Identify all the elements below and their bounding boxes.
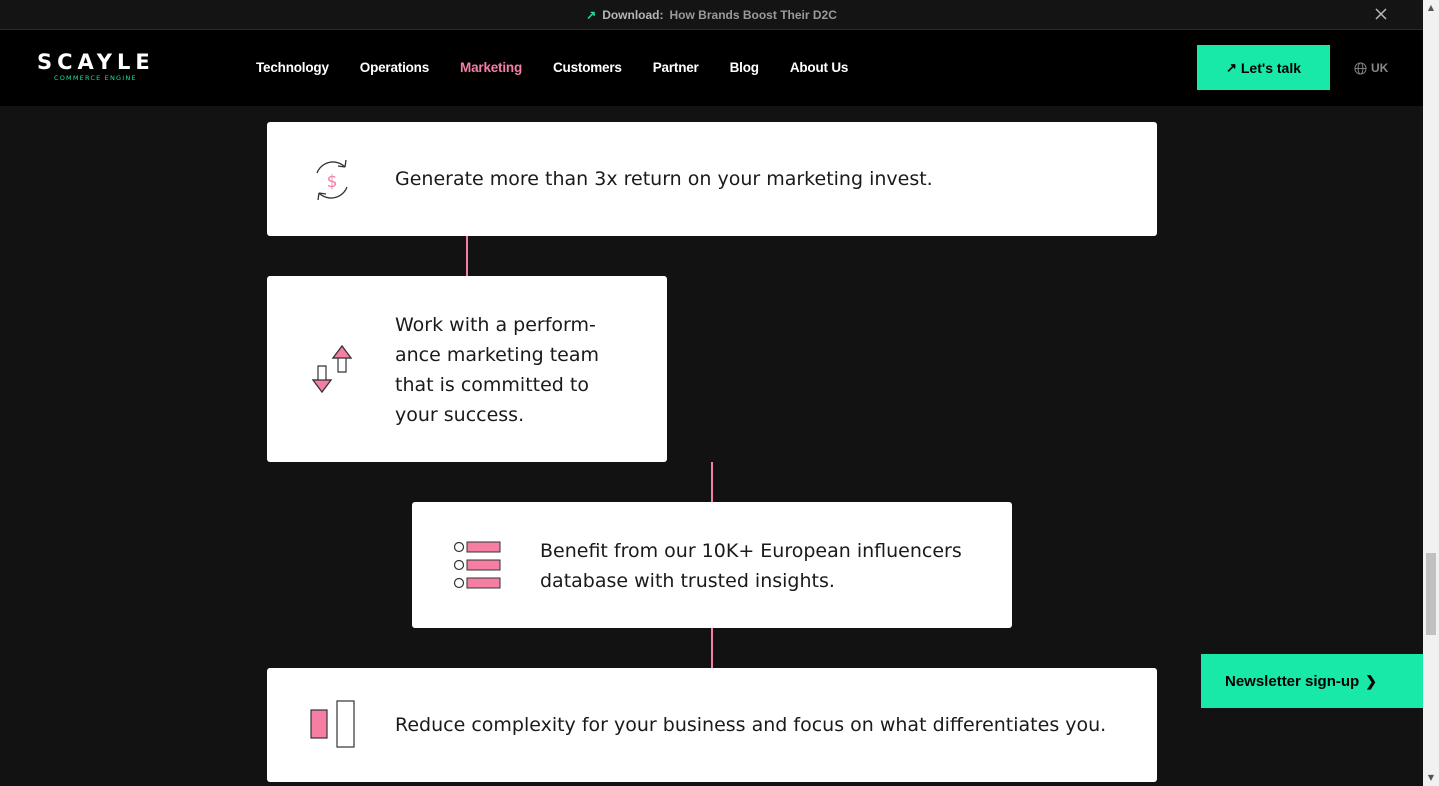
arrow-up-right-icon: ↗	[586, 7, 597, 22]
benefit-card: $ Generate more than 3x return on your m…	[267, 122, 1157, 236]
nav-customers[interactable]: Customers	[553, 60, 622, 75]
language-selector[interactable]: UK	[1354, 61, 1388, 75]
card-text: Work with a perform- ance marketing team…	[395, 314, 599, 426]
close-icon[interactable]	[1373, 6, 1389, 22]
newsletter-label: Newsletter sign-up	[1225, 672, 1360, 690]
benefit-card: Reduce complexity for your business and …	[267, 668, 1157, 782]
scrollbar-thumb[interactable]	[1426, 553, 1436, 635]
logo-wordmark: SCAYLE	[37, 50, 155, 74]
newsletter-signup-button[interactable]: Newsletter sign-up ❯	[1201, 654, 1423, 708]
scroll-down-icon[interactable]: ▼	[1426, 773, 1436, 783]
dollar-refresh-icon: $	[316, 159, 348, 201]
connector-line	[711, 628, 713, 668]
announcement-bar[interactable]: ↗ Download: How Brands Boost Their D2C	[0, 0, 1423, 30]
benefit-card: Work with a perform- ance marketing team…	[267, 276, 667, 462]
nav-marketing[interactable]: Marketing	[460, 60, 522, 75]
card-text: Reduce complexity for your business and …	[395, 714, 1107, 736]
language-label: UK	[1371, 61, 1389, 75]
announcement-label: Download:	[602, 7, 664, 22]
nav-operations[interactable]: Operations	[360, 60, 429, 75]
announcement-text[interactable]: How Brands Boost Their D2C	[670, 8, 837, 22]
nav-about-us[interactable]: About Us	[790, 60, 849, 75]
main-nav: Technology Operations Marketing Customer…	[256, 60, 879, 75]
scayle-logo[interactable]: SCAYLE COMMERCE ENGINE	[37, 50, 155, 82]
card-text: Generate more than 3x return on your mar…	[395, 168, 933, 190]
svg-text:$: $	[327, 172, 338, 192]
globe-icon	[1354, 61, 1367, 75]
site-header: SCAYLE COMMERCE ENGINE Technology Operat…	[0, 30, 1423, 106]
scroll-up-icon[interactable]: ▲	[1426, 3, 1436, 13]
connector-line	[711, 462, 713, 502]
checklist-icon	[453, 541, 501, 589]
logo-subtitle: COMMERCE ENGINE	[54, 74, 137, 82]
lets-talk-label: Let's talk	[1240, 59, 1302, 76]
page-scrollbar[interactable]: ▲ ▼	[1423, 0, 1439, 786]
nav-blog[interactable]: Blog	[730, 60, 759, 75]
bar-compare-icon	[310, 700, 355, 748]
benefit-card: Benefit from our 10K+ European influence…	[412, 502, 1012, 628]
chevron-right-icon: ❯	[1365, 672, 1377, 689]
card-text: Benefit from our 10K+ European influence…	[540, 540, 962, 592]
lets-talk-button[interactable]: ↗ Let's talk	[1197, 45, 1330, 90]
connector-line	[466, 236, 468, 276]
up-down-arrows-icon	[311, 345, 353, 393]
arrow-up-right-icon: ↗	[1225, 59, 1237, 75]
nav-technology[interactable]: Technology	[256, 60, 329, 75]
nav-partner[interactable]: Partner	[653, 60, 699, 75]
